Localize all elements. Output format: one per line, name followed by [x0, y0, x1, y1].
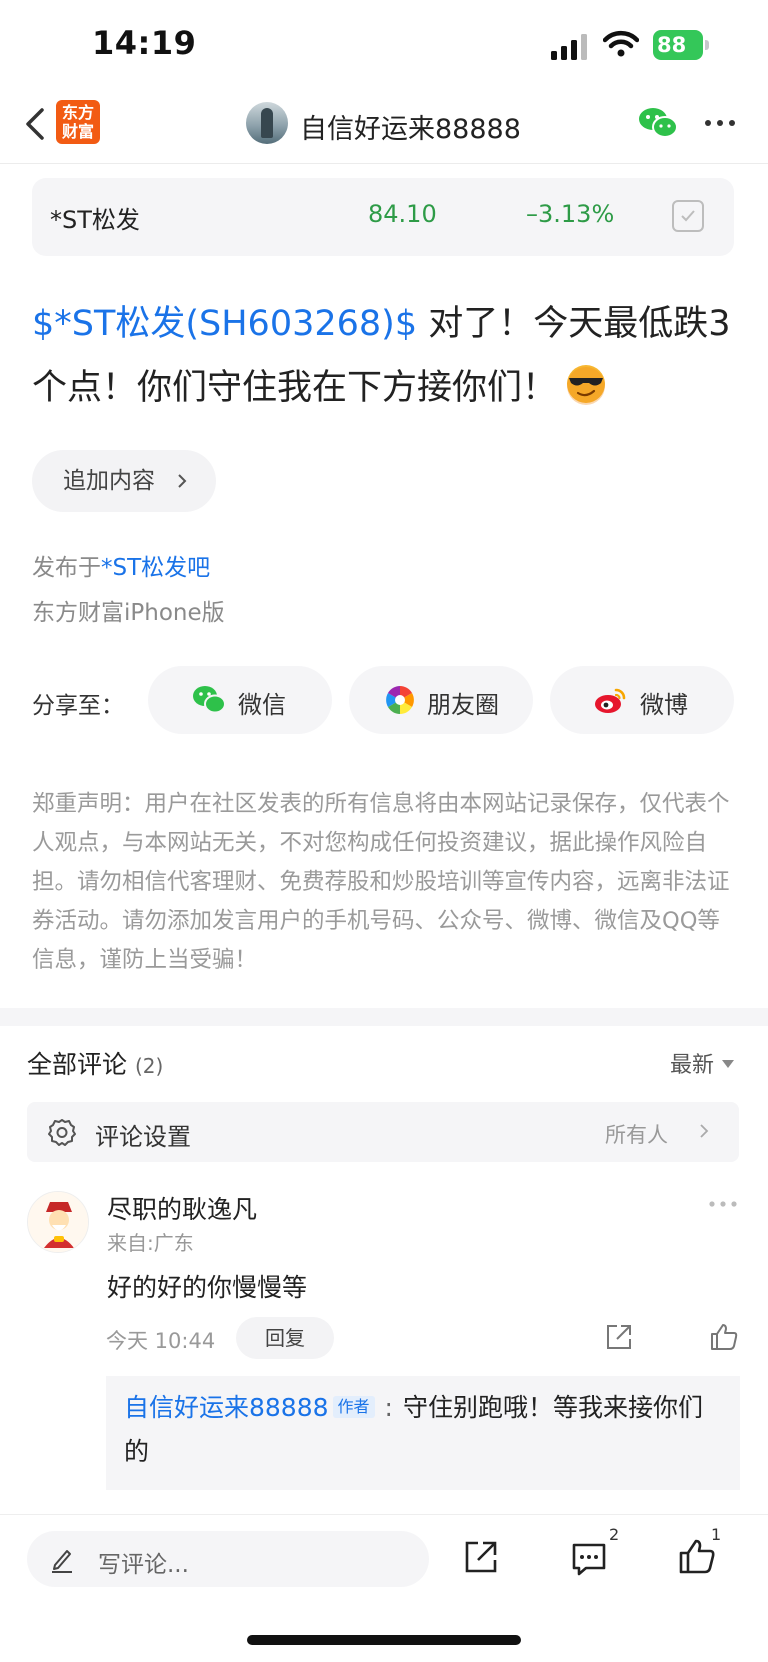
share-wechat-button[interactable]: 微信 — [148, 666, 332, 734]
author-name[interactable]: 自信好运来88888 — [300, 107, 521, 146]
comment-placeholder: 写评论... — [98, 1552, 189, 1578]
comment-settings-value: 所有人 — [605, 1123, 668, 1147]
published-prefix: 发布于 — [32, 555, 101, 581]
stock-bar-link[interactable]: *ST松发吧 — [101, 555, 210, 581]
status-bar: 14:19 88 — [0, 0, 768, 90]
stock-name: *ST松发 — [50, 206, 140, 234]
disclaimer-text: 郑重声明：用户在社区发表的所有信息将由本网站记录保存，仅代表个人观点，与本网站无… — [32, 791, 730, 973]
battery-icon: 88 — [653, 30, 709, 60]
author-badge: 作者 — [332, 1396, 375, 1418]
share-weibo-label: 微博 — [640, 691, 688, 719]
commenter-name[interactable]: 尽职的耿逸凡 — [107, 1190, 257, 1226]
post-content: $*ST松发(SH603268)$ 对了！今天最低跌3个点！你们守住我在下方接你… — [32, 292, 736, 420]
comment-settings-row[interactable]: 评论设置 所有人 — [27, 1102, 739, 1162]
bottom-action-bar: 写评论... 2 1 — [0, 1514, 768, 1662]
weibo-icon — [595, 688, 626, 713]
battery-level: 88 — [653, 30, 703, 60]
more-icon[interactable] — [708, 1200, 738, 1208]
comment-settings-label: 评论设置 — [95, 1123, 191, 1151]
wifi-icon — [603, 30, 639, 57]
commenter-avatar[interactable] — [27, 1191, 89, 1253]
check-icon — [681, 210, 695, 222]
pencil-icon — [52, 1550, 72, 1573]
more-icon[interactable] — [704, 118, 736, 128]
share-weibo-button[interactable]: 微博 — [550, 666, 734, 734]
wechat-icon — [193, 686, 226, 714]
comments-count: (2) — [134, 1054, 164, 1078]
logo-text-top: 东方 — [61, 103, 94, 122]
home-indicator — [247, 1635, 521, 1645]
section-divider — [0, 1008, 768, 1026]
author-reply[interactable]: 自信好运来88888 作者: 守住别跑哦！等我来接你们的 — [106, 1376, 740, 1490]
reply-colon: : — [384, 1393, 393, 1422]
share-icon[interactable] — [463, 1539, 499, 1575]
fortune-god-avatar-icon — [28, 1192, 88, 1252]
share-label: 分享至： — [32, 693, 124, 719]
comment-sort-dropdown[interactable]: 最新 — [670, 1047, 735, 1079]
write-comment-input[interactable]: 写评论... — [27, 1531, 429, 1587]
thumbs-up-icon[interactable] — [709, 1322, 739, 1352]
share-icon[interactable] — [604, 1322, 634, 1352]
comments-title-label: 全部评论 — [27, 1050, 128, 1079]
stock-quote-card[interactable]: *ST松发 84.10 –3.13% — [32, 178, 734, 256]
sunglasses-emoji-icon — [567, 365, 606, 405]
navbar: 东方 财富 自信好运来88888 — [0, 90, 768, 164]
sort-label: 最新 — [670, 1053, 715, 1078]
client-source: 东方财富iPhone版 — [32, 600, 225, 626]
like-count-badge: 1 — [711, 1525, 722, 1544]
share-moments-button[interactable]: 朋友圈 — [349, 666, 533, 734]
watchlist-checkbox[interactable] — [672, 200, 704, 232]
reply-author[interactable]: 自信好运来88888 — [124, 1393, 329, 1422]
logo-text-bottom: 财富 — [61, 122, 94, 141]
share-moments-label: 朋友圈 — [427, 691, 499, 719]
stock-change: –3.13% — [526, 200, 615, 228]
comment-count-badge: 2 — [609, 1525, 620, 1544]
add-content-label: 追加内容 — [63, 468, 155, 494]
chevron-right-icon — [700, 1124, 709, 1138]
gear-icon — [48, 1119, 76, 1146]
wechat-icon[interactable] — [638, 106, 678, 140]
chevron-right-icon — [178, 474, 187, 488]
caret-down-icon — [722, 1060, 735, 1068]
stock-tag-link[interactable]: $*ST松发(SH603268)$ — [32, 304, 417, 344]
cellular-signal-icon — [551, 34, 587, 60]
comments-title: 全部评论 (2) — [27, 1045, 163, 1081]
published-in: 发布于*ST松发吧 — [32, 548, 210, 582]
battery-cap — [705, 40, 709, 50]
comment-time: 今天 10:44 — [106, 1329, 216, 1353]
author-avatar[interactable] — [246, 102, 288, 144]
moments-icon — [386, 686, 414, 714]
reply-button[interactable]: 回复 — [236, 1317, 334, 1359]
commenter-location: 来自:广东 — [107, 1231, 194, 1255]
stock-price: 84.10 — [368, 200, 437, 228]
add-content-button[interactable]: 追加内容 — [32, 450, 216, 512]
back-icon[interactable] — [22, 104, 52, 144]
share-wechat-label: 微信 — [238, 691, 286, 719]
comment-icon[interactable] — [570, 1541, 608, 1577]
app-logo[interactable]: 东方 财富 — [56, 100, 100, 144]
comment-text: 好的好的你慢慢等 — [107, 1273, 308, 1302]
status-time: 14:19 — [92, 24, 197, 62]
